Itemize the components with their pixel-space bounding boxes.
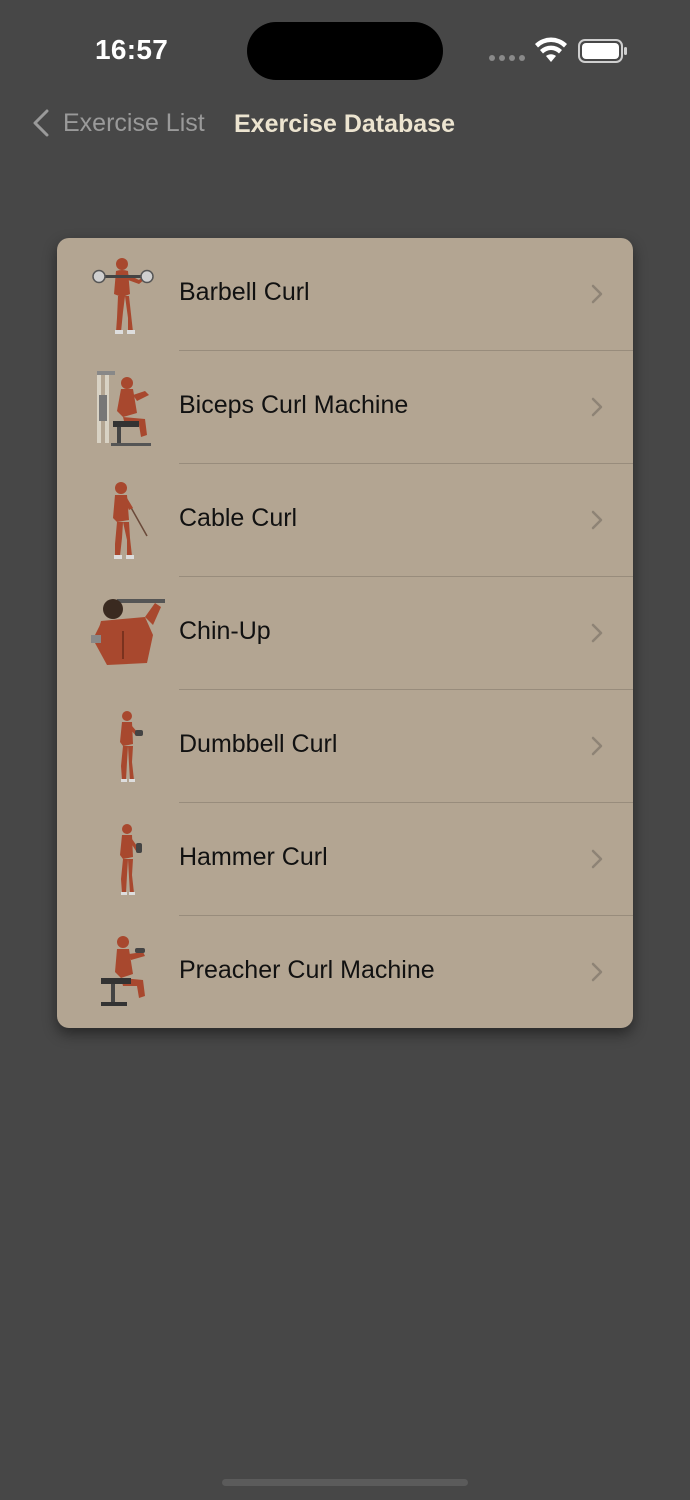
exercise-row-dumbbell-curl[interactable]: Dumbbell Curl: [57, 690, 633, 803]
exercise-row-label: Biceps Curl Machine: [179, 391, 409, 419]
exercise-list: Barbell Curl Biceps Curl Machine Cable C…: [57, 238, 633, 1028]
exercise-row-preacher-curl-machine[interactable]: Preacher Curl Machine: [57, 916, 633, 1028]
chevron-left-icon: [33, 109, 49, 137]
exercise-row-label: Barbell Curl: [179, 278, 310, 306]
exercise-row-chin-up[interactable]: Chin-Up: [57, 577, 633, 690]
chevron-right-icon: [591, 284, 603, 304]
chevron-right-icon: [591, 623, 603, 643]
chevron-right-icon: [591, 962, 603, 982]
status-time: 16:57: [95, 34, 169, 65]
page-title: Exercise Database: [234, 110, 455, 138]
hammer-curl-figure-icon: [87, 817, 167, 902]
chevron-right-icon: [591, 510, 603, 530]
exercise-row-label: Preacher Curl Machine: [179, 956, 435, 984]
back-button-label: Exercise List: [63, 108, 205, 137]
chin-up-figure-icon: [87, 591, 167, 676]
preacher-curl-figure-icon: [87, 930, 167, 1015]
dynamic-island: [247, 22, 443, 80]
chevron-right-icon: [591, 849, 603, 869]
chevron-right-icon: [591, 736, 603, 756]
home-indicator[interactable]: [222, 1479, 468, 1486]
exercise-row-label: Cable Curl: [179, 504, 298, 532]
exercise-row-label: Hammer Curl: [179, 843, 328, 871]
chevron-right-icon: [591, 397, 603, 417]
exercise-row-barbell-curl[interactable]: Barbell Curl: [57, 238, 633, 351]
exercise-row-cable-curl[interactable]: Cable Curl: [57, 464, 633, 577]
barbell-curl-figure-icon: [87, 252, 167, 337]
wifi-icon: [535, 37, 567, 62]
navigation-bar: Exercise List Exercise Database: [0, 100, 690, 150]
exercise-row-label: Chin-Up: [179, 617, 271, 645]
cable-curl-figure-icon: [87, 478, 167, 563]
status-bar: 16:57: [0, 0, 690, 100]
exercise-row-hammer-curl[interactable]: Hammer Curl: [57, 803, 633, 916]
dumbbell-curl-figure-icon: [87, 704, 167, 789]
exercise-row-label: Dumbbell Curl: [179, 730, 338, 758]
machine-curl-figure-icon: [87, 365, 167, 450]
cellular-signal-icon: [489, 55, 525, 61]
back-button[interactable]: Exercise List: [30, 108, 205, 138]
exercise-row-biceps-curl-machine[interactable]: Biceps Curl Machine: [57, 351, 633, 464]
battery-icon: [578, 39, 627, 63]
